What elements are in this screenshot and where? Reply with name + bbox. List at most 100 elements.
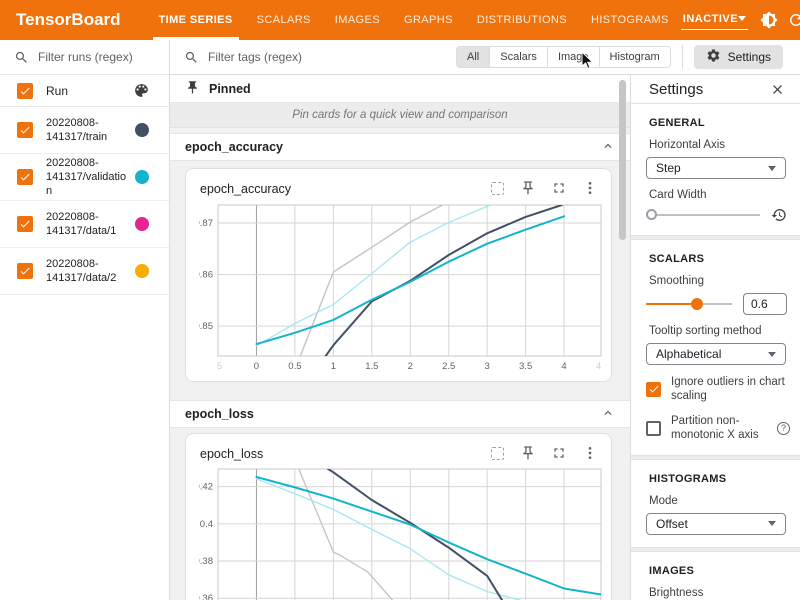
mode-select[interactable]: Offset — [646, 513, 786, 535]
chevron-down-icon — [768, 352, 776, 357]
tab-scalars[interactable]: SCALARS — [245, 0, 323, 40]
partition-non-monotonic-x-axis-checkbox[interactable] — [646, 421, 661, 436]
settings-sections: GENERALHorizontal AxisStepCard WidthSCAL… — [631, 117, 800, 600]
select-all-runs-checkbox[interactable] — [17, 83, 33, 99]
fit-domain-icon[interactable] — [489, 180, 505, 196]
epoch-loss-chart[interactable]: 0.420.40.380.36 — [199, 468, 611, 600]
settings-heading-scalars: SCALARS — [649, 253, 800, 265]
chart-title: epoch_loss — [200, 447, 263, 461]
tab-histograms[interactable]: HISTOGRAMS — [579, 0, 681, 40]
fit-domain-icon[interactable] — [489, 445, 505, 461]
brightness-label: Brightness — [649, 587, 782, 599]
section-epoch-loss[interactable]: epoch_loss — [170, 400, 630, 428]
settings-panel: Settings GENERALHorizontal AxisStepCard … — [630, 75, 800, 600]
run-name: 20220808-141317/validation — [46, 156, 128, 199]
svg-text:2: 2 — [408, 361, 413, 372]
chevron-up-icon[interactable] — [601, 406, 615, 423]
svg-text:0.5: 0.5 — [288, 361, 301, 372]
run-checkbox[interactable] — [17, 216, 33, 232]
tab-images[interactable]: IMAGES — [323, 0, 392, 40]
filter-image-button[interactable]: Image — [547, 47, 599, 67]
run-color-dot — [135, 217, 149, 231]
close-icon[interactable] — [770, 82, 785, 97]
pin-icon — [185, 80, 200, 98]
app-header: TensorBoard TIME SERIESSCALARSIMAGESGRAP… — [0, 0, 800, 40]
tag-type-filter-group: AllScalarsImageHistogram — [456, 46, 671, 68]
cards-content: Pinned Pin cards for a quick view and co… — [170, 75, 630, 600]
svg-text:0: 0 — [254, 361, 259, 372]
reset-icon[interactable] — [771, 207, 787, 223]
chart-title: epoch_accuracy — [200, 182, 291, 196]
gear-icon — [706, 48, 721, 66]
run-checkbox[interactable] — [17, 122, 33, 138]
more-options-icon[interactable] — [582, 180, 598, 196]
filter-scalars-button[interactable]: Scalars — [489, 47, 547, 67]
tooltip-sorting-method-label: Tooltip sorting method — [649, 325, 782, 337]
filter-histogram-button[interactable]: Histogram — [599, 47, 670, 67]
run-filter-input[interactable] — [38, 50, 156, 64]
toolbar-divider — [682, 45, 683, 69]
ignore-outliers-in-chart-scaling-checkbox[interactable] — [646, 382, 661, 397]
smoothing-row — [646, 293, 787, 315]
help-icon[interactable]: ? — [777, 422, 790, 435]
svg-text:0.87: 0.87 — [199, 218, 213, 229]
svg-text:2.5: 2.5 — [442, 361, 455, 372]
settings-panel-header: Settings — [631, 75, 800, 104]
palette-icon[interactable] — [133, 82, 150, 99]
svg-text:4: 4 — [596, 361, 601, 372]
mode-label: Mode — [649, 495, 782, 507]
run-list-item: 20220808-141317/data/2 — [0, 248, 169, 295]
slider-track — [646, 214, 760, 216]
tab-graphs[interactable]: GRAPHS — [392, 0, 465, 40]
tab-time-series[interactable]: TIME SERIES — [147, 0, 245, 40]
filter-all-button[interactable]: All — [457, 47, 489, 67]
run-name: 20220808-141317/train — [46, 116, 128, 145]
run-checkbox[interactable] — [17, 263, 33, 279]
svg-text:1: 1 — [331, 361, 336, 372]
slider-thumb[interactable] — [691, 298, 703, 310]
vertical-scrollbar[interactable] — [619, 80, 626, 240]
settings-heading-general: GENERAL — [649, 117, 800, 129]
run-checkbox[interactable] — [17, 169, 33, 185]
svg-text:0.36: 0.36 — [199, 593, 213, 600]
section-epoch-accuracy[interactable]: epoch_accuracy — [170, 133, 630, 161]
run-list: 20220808-141317/train 20220808-141317/val… — [0, 107, 169, 295]
status-dropdown[interactable]: INACTIVE — [681, 11, 748, 30]
run-list-item: 20220808-141317/train — [0, 107, 169, 154]
slider-thumb[interactable] — [646, 209, 657, 220]
horizontal-axis-label: Horizontal Axis — [649, 139, 782, 151]
fullscreen-icon[interactable] — [551, 445, 567, 461]
run-name: 20220808-141317/data/1 — [46, 210, 128, 239]
smoothing-slider[interactable] — [646, 297, 732, 311]
card-width-slider[interactable] — [646, 208, 760, 222]
epoch-accuracy-chart[interactable]: 0.850.860.8700.511.522.533.5454 — [199, 199, 611, 378]
tab-distributions[interactable]: DISTRIBUTIONS — [465, 0, 579, 40]
slider-fill — [646, 303, 697, 305]
tooltip-sorting-method-value: Alphabetical — [656, 347, 721, 361]
pinned-title: Pinned — [209, 82, 251, 96]
svg-text:0.38: 0.38 — [199, 556, 213, 567]
header-icons — [760, 11, 800, 29]
chevron-down-icon — [738, 16, 746, 21]
horizontal-axis-select[interactable]: Step — [646, 157, 786, 179]
tooltip-sorting-method-select[interactable]: Alphabetical — [646, 343, 786, 365]
smoothing-value-input[interactable] — [743, 293, 787, 315]
chevron-up-icon[interactable] — [601, 139, 615, 156]
settings-button[interactable]: Settings — [694, 45, 783, 69]
run-list-header: Run — [0, 75, 169, 107]
refresh-icon[interactable] — [787, 11, 800, 29]
dark-mode-icon[interactable] — [760, 11, 778, 29]
tensorboard-logo: TensorBoard — [16, 10, 121, 30]
section-divider — [631, 455, 800, 460]
mode-value: Offset — [656, 517, 688, 531]
section-divider — [631, 235, 800, 240]
smoothing-label: Smoothing — [649, 275, 782, 287]
ignore-outliers-in-chart-scaling-label: Ignore outliers in chart scaling — [671, 375, 790, 404]
more-options-icon[interactable] — [582, 445, 598, 461]
pin-card-icon[interactable] — [520, 180, 536, 196]
ignore-outliers-in-chart-scaling-row: Ignore outliers in chart scaling — [646, 375, 790, 404]
tag-filter-input[interactable] — [208, 50, 408, 64]
run-name: 20220808-141317/data/2 — [46, 257, 128, 286]
pin-card-icon[interactable] — [520, 445, 536, 461]
fullscreen-icon[interactable] — [551, 180, 567, 196]
